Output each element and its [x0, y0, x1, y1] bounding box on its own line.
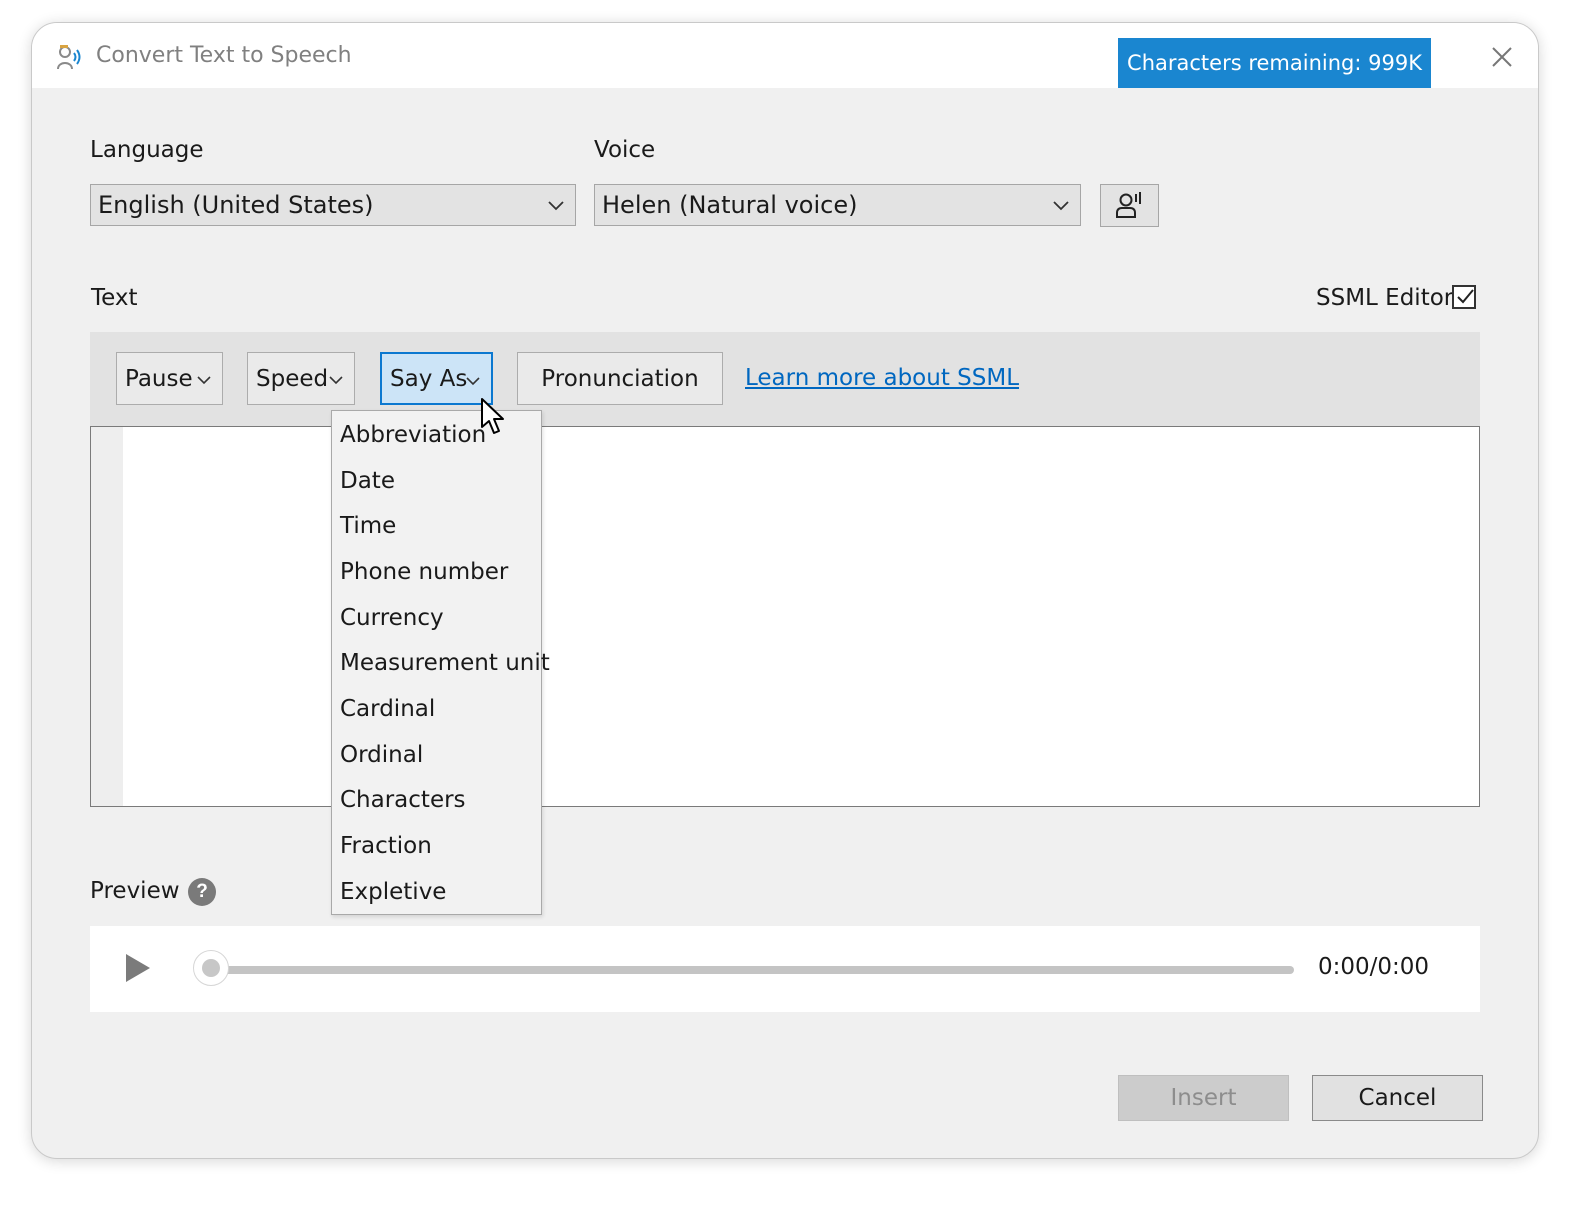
preview-label: Preview	[90, 878, 180, 904]
preview-player: 0:00/0:00	[90, 926, 1480, 1012]
say-as-label: Say As	[390, 365, 468, 392]
say-as-option-time[interactable]: Time	[340, 506, 536, 546]
say-as-option-measurement-unit[interactable]: Measurement unit	[340, 643, 550, 683]
ssml-text-area[interactable]	[125, 427, 1479, 806]
language-label: Language	[90, 137, 204, 163]
ssml-text-editor	[90, 426, 1480, 807]
chevron-down-icon	[548, 201, 564, 211]
speech-app-icon	[57, 45, 81, 70]
chevron-down-icon	[329, 376, 343, 385]
say-as-dropdown-button[interactable]: Say As	[380, 352, 493, 405]
convert-text-to-speech-dialog: Convert Text to Speech Characters remain…	[31, 22, 1539, 1159]
pronunciation-button[interactable]: Pronunciation	[517, 352, 723, 405]
voice-select-value: Helen (Natural voice)	[602, 191, 858, 219]
language-select[interactable]: English (United States)	[90, 184, 576, 226]
say-as-option-phone-number[interactable]: Phone number	[340, 552, 536, 592]
voice-label: Voice	[594, 137, 656, 163]
chevron-down-icon	[1053, 201, 1069, 211]
say-as-option-fraction[interactable]: Fraction	[340, 826, 536, 866]
seek-track[interactable]	[206, 966, 1294, 974]
pause-label: Pause	[125, 365, 193, 392]
voice-settings-button[interactable]	[1100, 184, 1159, 227]
say-as-option-characters[interactable]: Characters	[340, 780, 536, 820]
pause-dropdown-button[interactable]: Pause	[116, 352, 223, 405]
window-title: Convert Text to Speech	[96, 43, 352, 68]
pronunciation-label: Pronunciation	[541, 365, 699, 392]
say-as-option-date[interactable]: Date	[340, 461, 536, 501]
text-label: Text	[91, 285, 138, 311]
language-select-value: English (United States)	[98, 191, 374, 219]
title-bar: Convert Text to Speech Characters remain…	[32, 23, 1538, 88]
say-as-option-expletive[interactable]: Expletive	[340, 872, 536, 912]
voice-select[interactable]: Helen (Natural voice)	[594, 184, 1081, 226]
chevron-down-icon	[197, 376, 211, 385]
speed-label: Speed	[256, 365, 329, 392]
close-icon[interactable]	[1484, 39, 1520, 75]
playback-time: 0:00/0:00	[1318, 954, 1430, 980]
seek-thumb[interactable]	[193, 950, 229, 986]
say-as-option-currency[interactable]: Currency	[340, 598, 536, 638]
say-as-option-abbreviation[interactable]: Abbreviation	[340, 415, 536, 455]
say-as-menu: Abbreviation Date Time Phone number Curr…	[331, 410, 550, 915]
say-as-option-ordinal[interactable]: Ordinal	[340, 735, 536, 775]
insert-button[interactable]: Insert	[1118, 1075, 1289, 1121]
characters-remaining-badge: Characters remaining: 999K	[1118, 38, 1431, 88]
speaking-person-icon	[1115, 191, 1141, 218]
say-as-option-cardinal[interactable]: Cardinal	[340, 689, 536, 729]
help-icon[interactable]: ?	[188, 878, 216, 906]
editor-gutter	[91, 427, 123, 806]
ssml-editor-checkbox[interactable]	[1452, 285, 1476, 309]
ssml-editor-label: SSML Editor	[1316, 285, 1454, 311]
speed-dropdown-button[interactable]: Speed	[247, 352, 355, 405]
checkmark-icon	[1457, 289, 1474, 304]
play-icon[interactable]	[122, 952, 154, 984]
chevron-down-icon	[466, 377, 480, 386]
cancel-button[interactable]: Cancel	[1312, 1075, 1483, 1121]
learn-more-ssml-link[interactable]: Learn more about SSML	[745, 365, 1019, 391]
